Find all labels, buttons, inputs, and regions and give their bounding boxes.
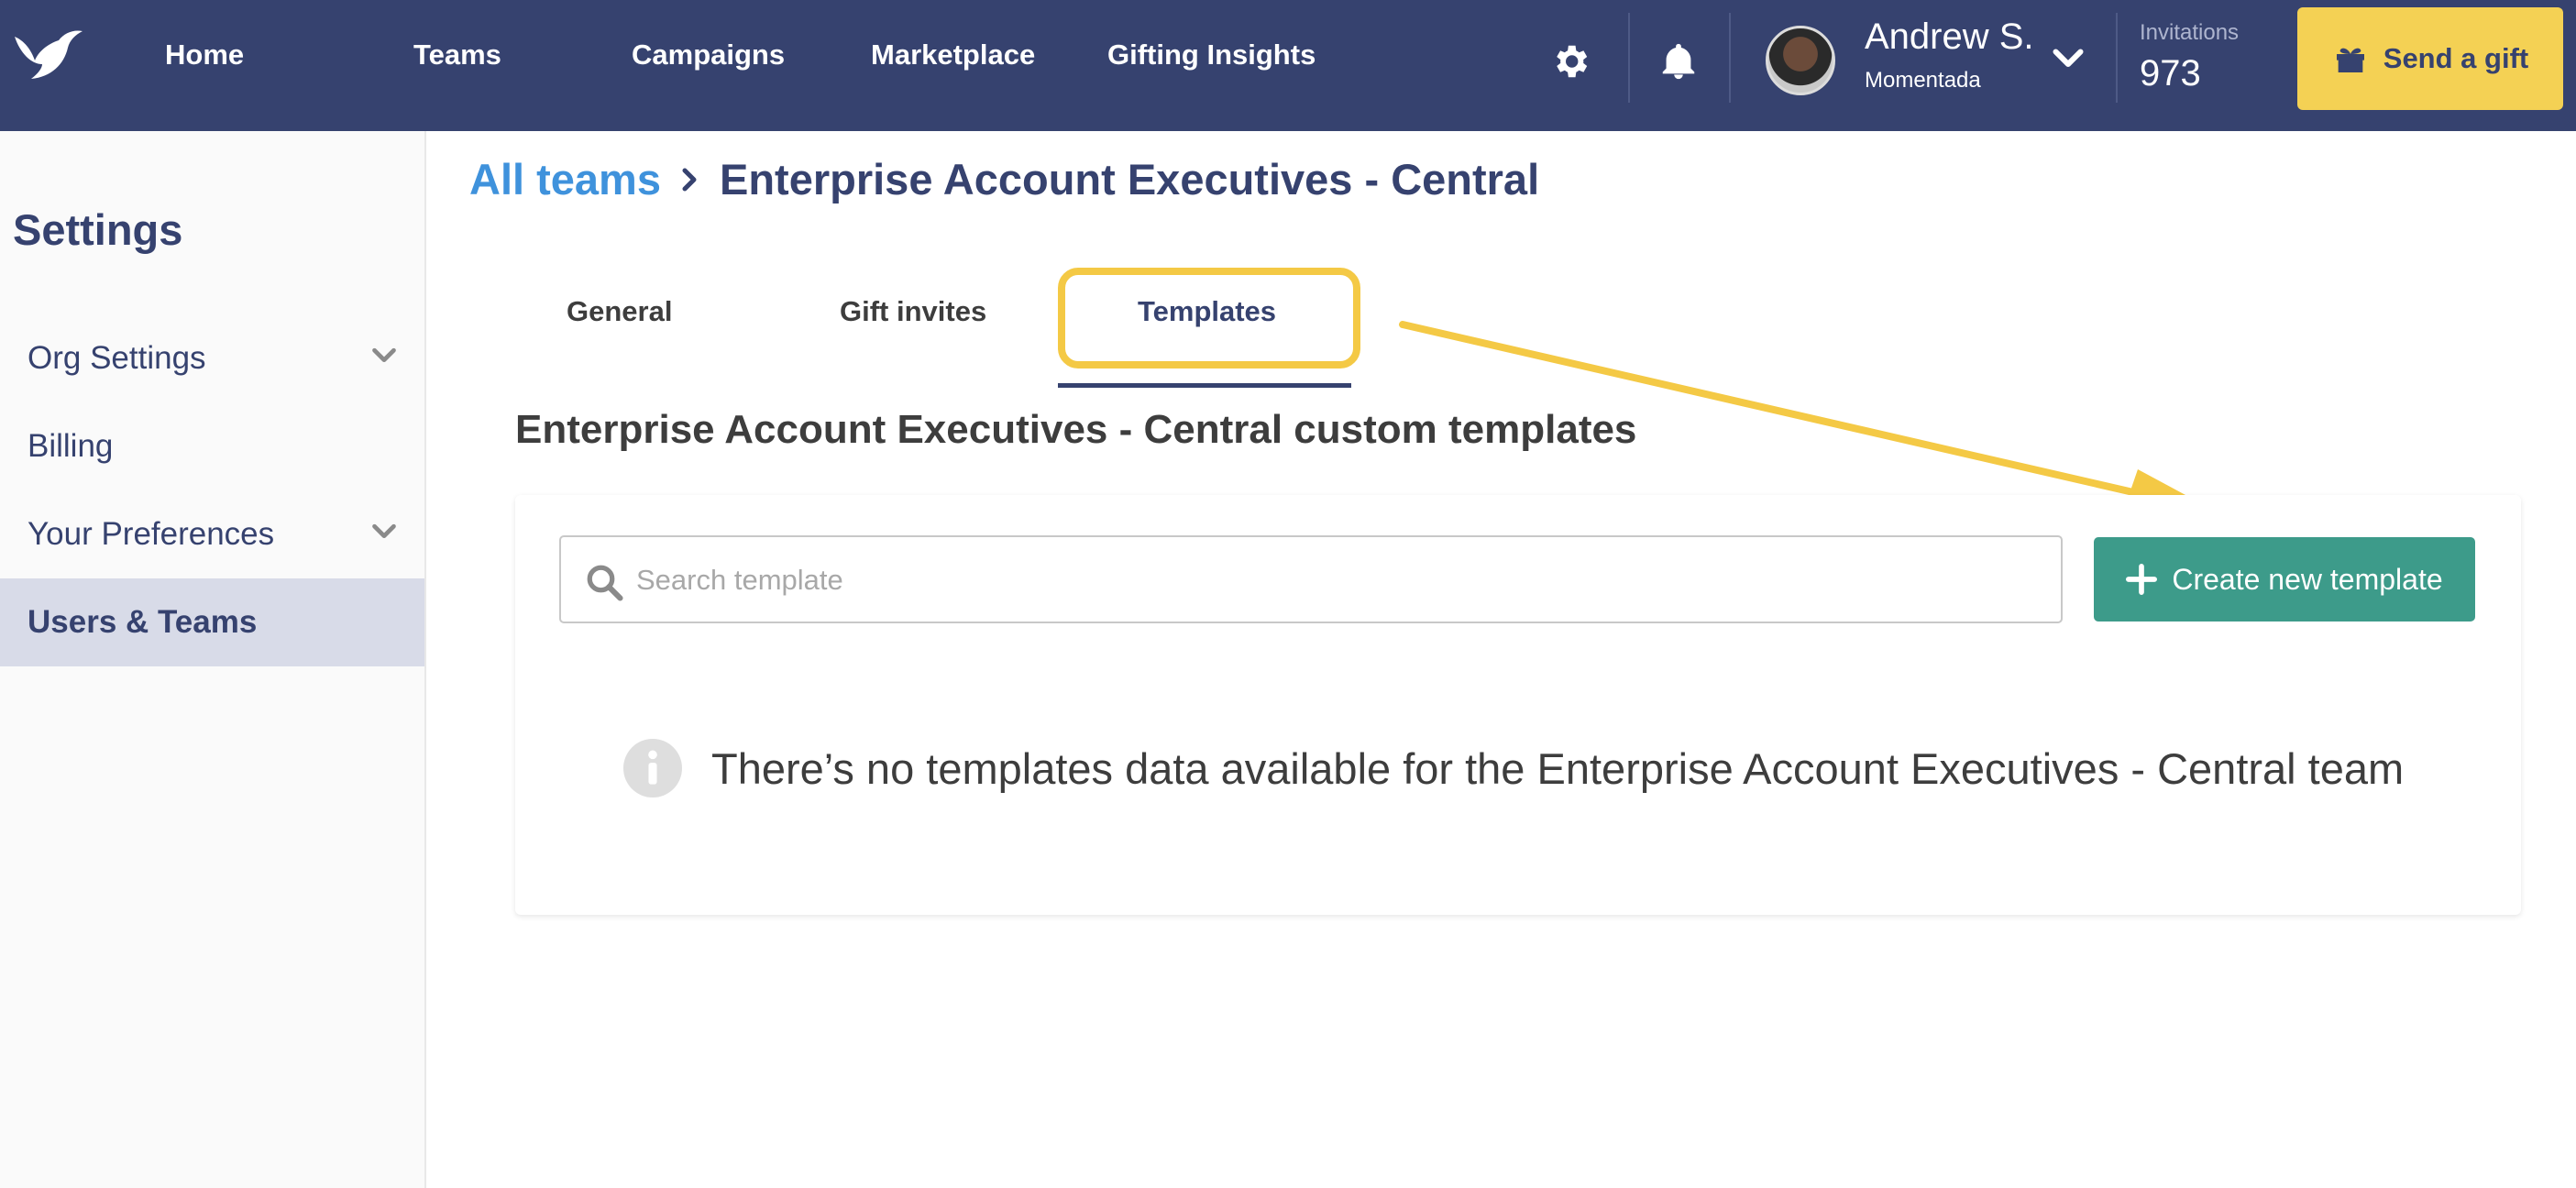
user-org: Momentada xyxy=(1865,68,1981,93)
tab-gift-invites[interactable]: Gift invites xyxy=(840,295,986,328)
nav-divider xyxy=(1628,13,1630,103)
nav-gifting-insights[interactable]: Gifting Insights xyxy=(1107,38,1316,72)
sidebar-item-label: Billing xyxy=(28,428,114,464)
send-gift-label: Send a gift xyxy=(2383,42,2529,74)
sidebar-item-label: Your Preferences xyxy=(28,516,275,552)
sidebar-item-label: Users & Teams xyxy=(28,604,258,640)
nav-divider xyxy=(2116,13,2118,103)
nav-teams[interactable]: Teams xyxy=(413,38,501,72)
invitations-label: Invitations xyxy=(2140,20,2240,45)
plus-icon xyxy=(2126,564,2158,595)
chevron-down-icon xyxy=(372,523,396,538)
breadcrumb-all-teams-link[interactable]: All teams xyxy=(469,154,661,204)
active-tab-underline xyxy=(1058,383,1351,388)
gear-icon[interactable] xyxy=(1549,40,1591,82)
chevron-right-icon xyxy=(682,168,697,191)
top-nav: Home Teams Campaigns Marketplace Gifting… xyxy=(0,0,2576,131)
empty-message: There’s no templates data available for … xyxy=(711,743,2405,793)
create-button-label: Create new template xyxy=(2172,562,2443,596)
tab-general[interactable]: General xyxy=(567,295,672,328)
bird-logo-icon[interactable] xyxy=(11,24,84,82)
annotation-highlight-box xyxy=(1058,268,1360,368)
empty-state: There’s no templates data available for … xyxy=(623,739,2404,798)
nav-marketplace[interactable]: Marketplace xyxy=(871,38,1035,72)
send-gift-button[interactable]: Send a gift xyxy=(2297,7,2563,110)
bell-icon[interactable] xyxy=(1657,40,1700,82)
nav-campaigns[interactable]: Campaigns xyxy=(632,38,785,72)
info-icon xyxy=(623,739,682,798)
sidebar-item-users-teams[interactable]: Users & Teams xyxy=(0,578,424,666)
invitations-count: 973 xyxy=(2140,53,2201,94)
create-new-template-button[interactable]: Create new template xyxy=(2094,537,2475,622)
sidebar-title: Settings xyxy=(13,205,183,254)
user-name[interactable]: Andrew S. xyxy=(1865,16,2034,58)
gift-icon xyxy=(2336,48,2364,72)
sidebar-item-your-preferences[interactable]: Your Preferences xyxy=(0,490,424,578)
avatar[interactable] xyxy=(1766,26,1835,95)
sidebar-item-billing[interactable]: Billing xyxy=(0,402,424,490)
breadcrumb: All teams Enterprise Account Executives … xyxy=(469,154,1539,204)
search-input[interactable] xyxy=(636,550,2039,610)
chevron-down-icon[interactable] xyxy=(2052,46,2085,72)
settings-sidebar: Settings Org Settings Billing Your Prefe… xyxy=(0,131,426,1188)
chevron-down-icon xyxy=(372,347,396,362)
nav-home[interactable]: Home xyxy=(165,38,244,72)
section-title: Enterprise Account Executives - Central … xyxy=(515,407,1637,452)
search-icon xyxy=(587,565,623,601)
search-box[interactable] xyxy=(559,535,2063,623)
sidebar-item-label: Org Settings xyxy=(28,340,206,376)
page-title: Enterprise Account Executives - Central xyxy=(719,155,1540,204)
sidebar-item-org-settings[interactable]: Org Settings xyxy=(0,314,424,402)
nav-divider xyxy=(1729,13,1731,103)
